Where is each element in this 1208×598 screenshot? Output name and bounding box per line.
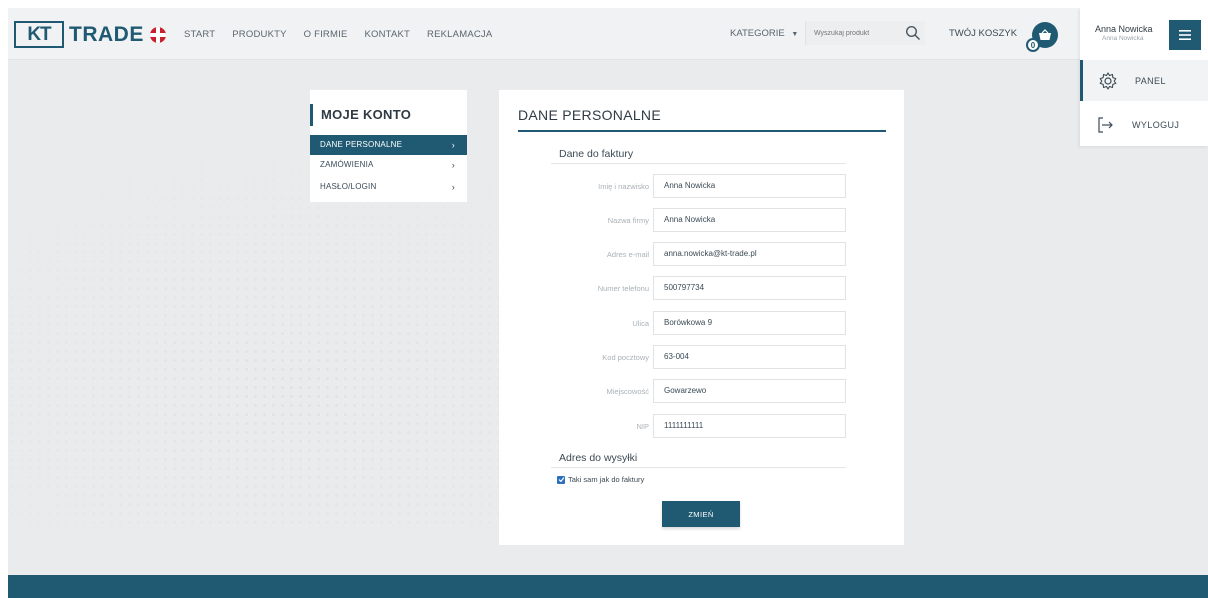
footer-bar	[8, 575, 1208, 598]
sidebar-item-orders[interactable]: ZAMÓWIENIA ›	[310, 155, 467, 175]
sidebar-item-password-login[interactable]: HASŁO/LOGIN ›	[310, 177, 467, 197]
field-label-company: Nazwa firmy	[607, 216, 649, 225]
personal-data-card: DANE PERSONALNE Dane do faktury Imię i n…	[499, 90, 904, 545]
page-title: DANE PERSONALNE	[518, 107, 661, 123]
nav-produkty[interactable]: PRODUKTY	[232, 29, 286, 40]
field-label-email: Adres e-mail	[606, 250, 649, 259]
section-divider	[551, 467, 846, 468]
categories-label: KATEGORIE	[730, 28, 785, 39]
search-input[interactable]	[806, 21, 896, 45]
logout-label: WYLOGUJ	[1132, 119, 1180, 130]
chevron-right-icon: ›	[451, 182, 455, 192]
sidebar-item-label: HASŁO/LOGIN	[320, 182, 377, 191]
cart-count-badge: 0	[1026, 38, 1040, 52]
panel-label: PANEL	[1135, 75, 1166, 86]
checkmark-icon	[558, 477, 564, 483]
logout-icon	[1098, 117, 1113, 133]
account-title: MOJE KONTO	[310, 104, 411, 126]
main-nav: START PRODUKTY O FIRMIE KONTAKT REKLAMAC…	[184, 29, 509, 40]
categories-dropdown[interactable]: KATEGORIE ▼	[730, 28, 798, 39]
nav-kontakt[interactable]: KONTAKT	[364, 29, 410, 40]
field-label-name: Imię i nazwisko	[598, 182, 649, 191]
logo-text: TRADE	[69, 22, 144, 46]
user-subtitle: Anna Nowicka	[1102, 35, 1144, 42]
caret-down-icon: ▼	[791, 31, 799, 38]
phone-field[interactable]: 500797734	[653, 276, 846, 300]
logo-mark: KT	[14, 21, 64, 48]
company-field[interactable]: Anna Nowicka	[653, 208, 846, 232]
uk-flag-icon[interactable]	[149, 26, 166, 43]
search-icon[interactable]	[905, 25, 921, 41]
shipping-section-title: Adres do wysyłki	[559, 452, 638, 464]
same-address-label: Taki sam jak do faktury	[568, 475, 645, 484]
sidebar-item-label: ZAMÓWIENIA	[320, 160, 374, 169]
name-field[interactable]: Anna Nowicka	[653, 174, 846, 198]
user-name: Anna Nowicka	[1095, 24, 1153, 34]
cart-link[interactable]: TWÓJ KOSZYK	[949, 28, 1017, 39]
account-sidebar: MOJE KONTO DANE PERSONALNE › ZAMÓWIENIA …	[310, 90, 467, 202]
same-address-checkbox[interactable]	[557, 475, 565, 484]
field-label-city: Miejscowość	[606, 387, 649, 396]
field-label-street: Ulica	[632, 319, 649, 328]
logout-menu-item[interactable]: WYLOGUJ	[1080, 104, 1208, 145]
user-panel: Anna Nowicka Anna Nowicka PANEL WYLOGUJ	[1080, 8, 1208, 146]
same-address-row: Taki sam jak do faktury	[557, 475, 644, 484]
panel-menu-item[interactable]: PANEL	[1080, 60, 1208, 101]
field-label-phone: Numer telefonu	[597, 284, 649, 293]
sidebar-item-personal-data[interactable]: DANE PERSONALNE ›	[310, 135, 467, 155]
invoice-section-title: Dane do faktury	[559, 148, 634, 160]
nav-reklamacja[interactable]: REKLAMACJA	[427, 29, 492, 40]
hamburger-menu-button[interactable]	[1169, 20, 1201, 50]
field-label-postal-code: Kod pocztowy	[602, 353, 649, 362]
title-divider	[518, 130, 886, 132]
sidebar-item-label: DANE PERSONALNE	[320, 140, 403, 149]
nip-field[interactable]: 1111111111	[653, 414, 846, 438]
chevron-right-icon: ›	[451, 160, 455, 170]
street-field[interactable]: Borówkowa 9	[653, 311, 846, 335]
change-button[interactable]: ZMIEŃ	[662, 501, 740, 527]
email-field[interactable]: anna.nowicka@kt-trade.pl	[653, 242, 846, 266]
section-divider	[551, 163, 846, 164]
search-box	[805, 21, 925, 45]
logo[interactable]: KT TRADE	[14, 21, 166, 48]
postal-code-field[interactable]: 63-004	[653, 345, 846, 369]
page: KT TRADE START PRODUKTY O FIRMIE KONTAKT…	[8, 8, 1208, 598]
nav-o-firmie[interactable]: O FIRMIE	[304, 29, 348, 40]
nav-start[interactable]: START	[184, 29, 215, 40]
chevron-right-icon: ›	[451, 140, 455, 150]
field-label-nip: NIP	[636, 422, 649, 431]
top-header: KT TRADE START PRODUKTY O FIRMIE KONTAKT…	[8, 8, 1080, 60]
city-field[interactable]: Gowarzewo	[653, 379, 846, 403]
hamburger-icon	[1179, 30, 1191, 40]
gear-icon	[1099, 72, 1117, 90]
